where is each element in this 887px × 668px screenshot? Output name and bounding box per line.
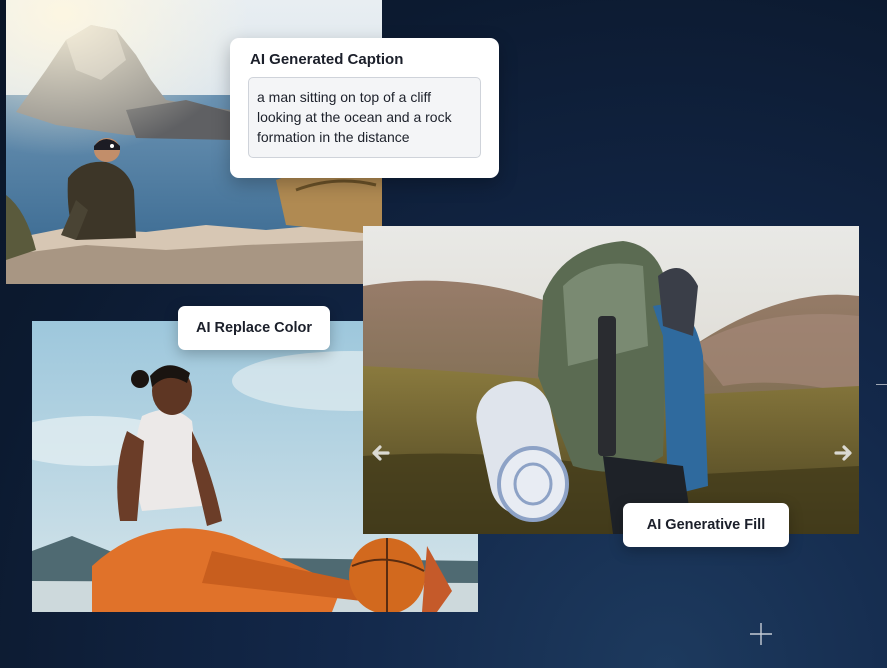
caption-card-title: AI Generated Caption bbox=[250, 51, 404, 68]
arrow-left-icon[interactable] bbox=[368, 440, 394, 466]
caption-text-box[interactable]: a man sitting on top of a cliff looking … bbox=[248, 77, 481, 158]
plus-icon bbox=[750, 623, 772, 645]
ai-generative-fill-label[interactable]: AI Generative Fill bbox=[623, 503, 789, 547]
hiker-photo bbox=[363, 226, 859, 534]
ai-caption-card: AI Generated Caption a man sitting on to… bbox=[230, 38, 499, 178]
decorative-line bbox=[876, 384, 887, 385]
ai-replace-color-label[interactable]: AI Replace Color bbox=[178, 306, 330, 350]
arrow-right-icon[interactable] bbox=[830, 440, 856, 466]
